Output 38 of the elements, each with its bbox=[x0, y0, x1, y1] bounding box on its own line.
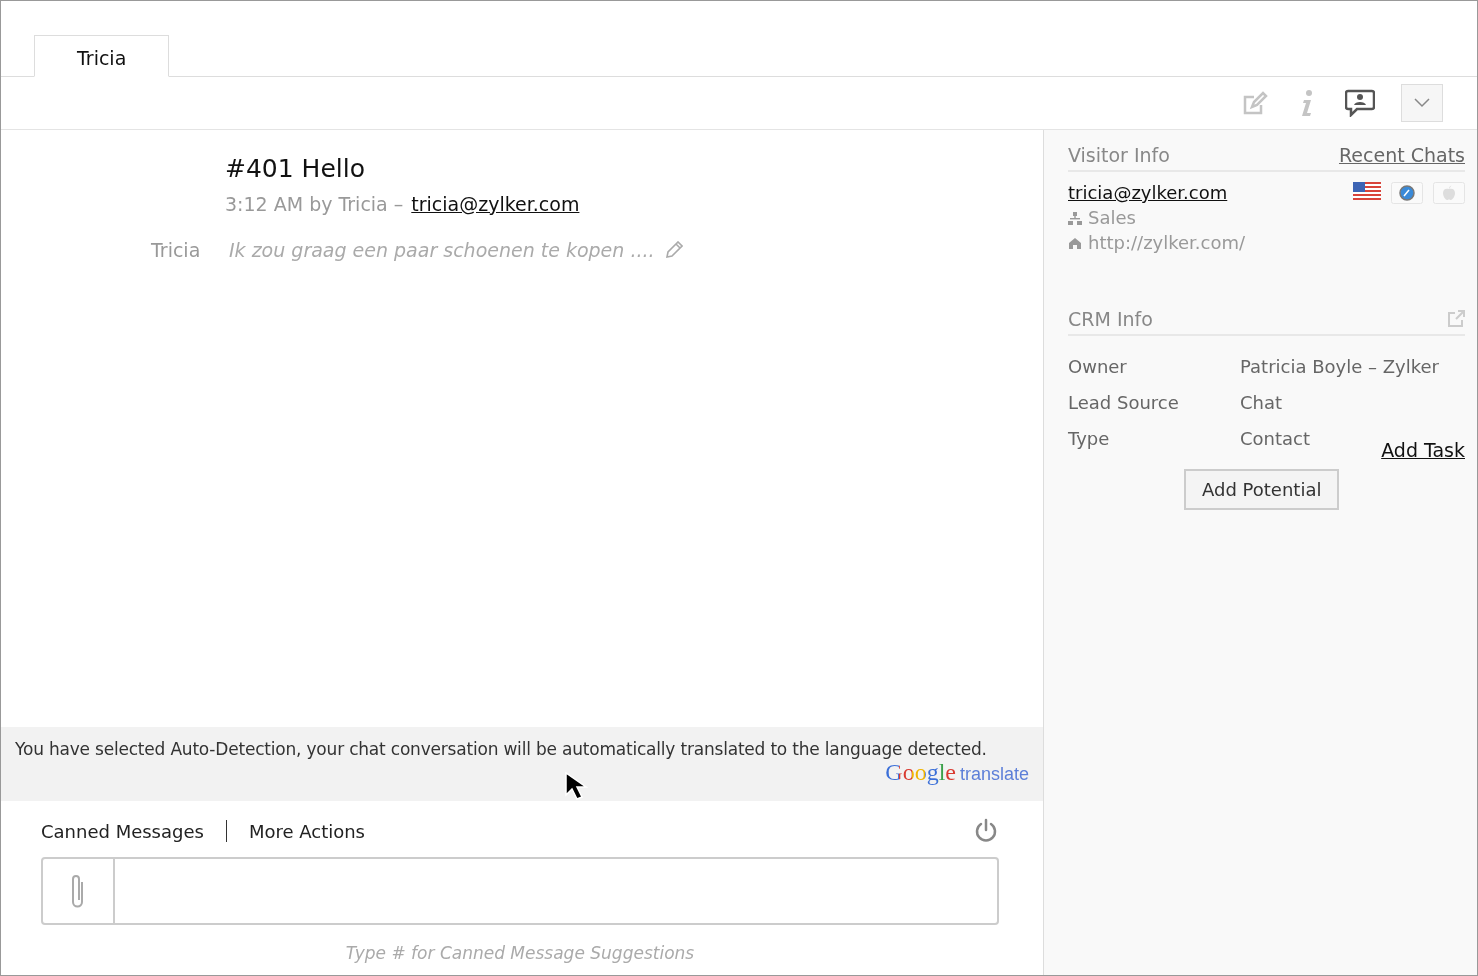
speech-bubble-person-icon bbox=[1345, 89, 1375, 117]
info-icon bbox=[1299, 89, 1315, 117]
action-link[interactable]: Canned Messages bbox=[41, 820, 204, 842]
field-label: Lead Source bbox=[1068, 392, 1180, 413]
url-text: http://zylker.com/ bbox=[1088, 232, 1246, 253]
dropdown-button[interactable] bbox=[1401, 84, 1443, 122]
pencil-icon bbox=[664, 241, 683, 259]
chat-meta: 3:12 AM by Tricia – bbox=[225, 193, 404, 215]
chat-title: #401 Hello bbox=[225, 154, 366, 183]
chevron-down-icon bbox=[1414, 98, 1430, 108]
translation-notice: You have selected Auto-Detection, your chat conversation will be automatically translated to the language detected. bbox=[15, 739, 988, 759]
field-value: Patricia Boyle – Zylker bbox=[1240, 356, 1440, 377]
section-title: CRM Info bbox=[1068, 308, 1153, 330]
add-task-link[interactable]: Add Task bbox=[1381, 439, 1465, 461]
department-text: Sales bbox=[1088, 207, 1136, 228]
recent-chats-link[interactable]: Recent Chats bbox=[1339, 144, 1465, 166]
email-link[interactable]: tricia@zylker.com bbox=[411, 193, 580, 215]
field-label: Type bbox=[1068, 428, 1111, 449]
message-text: Ik zou graag een paar schoenen te kopen .... bbox=[229, 239, 655, 261]
house-icon bbox=[1068, 235, 1082, 250]
compass-icon bbox=[1391, 182, 1423, 204]
sender-name: Tricia bbox=[151, 239, 202, 261]
field-value: Contact bbox=[1240, 428, 1312, 449]
visitor-email-link[interactable]: tricia@zylker.com bbox=[1068, 182, 1246, 203]
pencil-square-icon bbox=[1241, 89, 1269, 117]
chat-tab[interactable]: Tricia bbox=[34, 35, 170, 77]
action-link[interactable]: More Actions bbox=[248, 820, 365, 842]
section-title: Visitor Info bbox=[1068, 144, 1170, 166]
power-icon bbox=[973, 818, 999, 844]
input-hint: Type # for Canned Message Suggestions bbox=[344, 943, 696, 963]
add-potential-button[interactable]: Add Potential bbox=[1184, 469, 1340, 510]
translate-label: translate bbox=[959, 764, 1029, 785]
field-value: Chat bbox=[1240, 392, 1284, 413]
apple-icon bbox=[1433, 182, 1465, 204]
flag-icon bbox=[1353, 182, 1381, 200]
external-link-icon bbox=[1447, 310, 1465, 328]
field-label: Owner bbox=[1068, 356, 1128, 377]
org-chart-icon bbox=[1068, 210, 1082, 225]
